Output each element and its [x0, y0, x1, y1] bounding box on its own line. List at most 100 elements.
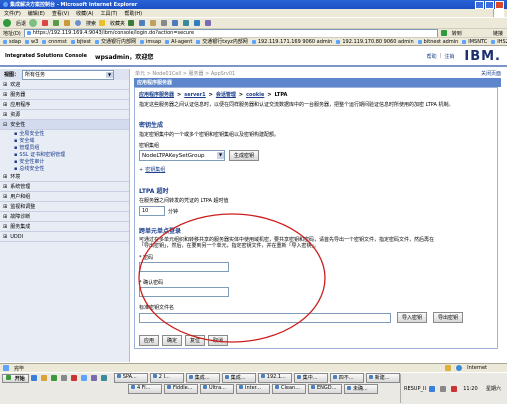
- links-label[interactable]: 链接: [493, 30, 507, 37]
- close-page-link[interactable]: 关闭页面: [481, 70, 501, 77]
- taskbar-button[interactable]: Inter...: [236, 384, 270, 394]
- forward-icon[interactable]: [29, 19, 38, 27]
- discuss-icon[interactable]: [183, 20, 190, 26]
- nav-group[interactable]: ⊞ 应用程序: [0, 100, 129, 110]
- search-label[interactable]: 搜索: [86, 20, 96, 27]
- stop-icon[interactable]: [42, 20, 49, 26]
- taskbar-button[interactable]: 新建...: [365, 373, 400, 383]
- confirm-password-input[interactable]: [139, 287, 229, 297]
- search-icon[interactable]: [75, 20, 82, 26]
- taskbar-button[interactable]: SPA...: [113, 373, 148, 383]
- expand-icon[interactable]: ⊞: [3, 102, 7, 108]
- minimize-icon[interactable]: [475, 0, 484, 9]
- links-bar-item[interactable]: 交通银行内部网: [95, 38, 136, 45]
- maximize-icon[interactable]: [485, 0, 494, 9]
- path-cookie[interactable]: cookie: [246, 92, 264, 98]
- favorites-icon[interactable]: [99, 20, 106, 26]
- back-icon[interactable]: [3, 19, 11, 27]
- edit-icon[interactable]: [172, 20, 179, 26]
- input-method[interactable]: RESUP_II: [404, 386, 426, 392]
- path-app-servers[interactable]: 应用程序服务器: [139, 91, 174, 98]
- links-bar-item[interactable]: 交通银行txyz内部网: [196, 38, 248, 45]
- mail-icon[interactable]: [150, 20, 157, 26]
- path-server1[interactable]: server1: [184, 92, 205, 98]
- quick-launch-icon[interactable]: [80, 375, 87, 381]
- taskbar-button[interactable]: ENGD...: [308, 384, 342, 394]
- nav-group[interactable]: ⊞ 故障诊断: [0, 212, 129, 222]
- taskbar-button[interactable]: 2 I...: [149, 373, 184, 383]
- reset-button[interactable]: 复位: [185, 335, 206, 346]
- favorites-label[interactable]: 收藏夹: [110, 20, 125, 27]
- taskbar-button[interactable]: Clean...: [272, 384, 306, 394]
- taskbar-button[interactable]: 192.1...: [257, 373, 292, 383]
- links-bar-item[interactable]: cnnmst: [42, 39, 67, 45]
- nav-group[interactable]: ⊞ 监视和调整: [0, 202, 129, 212]
- nav-sub-item[interactable]: ▪ 全局安全性: [0, 130, 129, 138]
- expand-icon[interactable]: ⊞: [3, 184, 7, 190]
- links-bar-item[interactable]: sdap: [3, 39, 21, 45]
- expand-icon[interactable]: ⊞: [3, 82, 7, 88]
- apply-button[interactable]: 应用: [139, 335, 160, 346]
- go-icon[interactable]: [440, 30, 447, 36]
- chevron-down-icon[interactable]: ▼: [106, 71, 114, 78]
- print-icon[interactable]: [161, 20, 168, 26]
- key-file-input[interactable]: [139, 312, 391, 323]
- links-bar-item[interactable]: imsap: [140, 39, 161, 45]
- nav-sub-item[interactable]: ▪ 安全性审计: [0, 158, 129, 166]
- expand-icon[interactable]: ⊞: [3, 174, 7, 180]
- quick-launch-icon[interactable]: [90, 375, 97, 381]
- nav-group[interactable]: ⊞ 环境: [0, 172, 129, 182]
- nav-group[interactable]: ⊞ 资源: [0, 110, 129, 120]
- expand-icon[interactable]: ⊞: [3, 224, 7, 230]
- path-session[interactable]: 会话管理: [216, 91, 236, 98]
- cancel-button[interactable]: 取消: [208, 335, 229, 346]
- nav-group-security[interactable]: ⊟ 安全性: [0, 120, 129, 130]
- start-button[interactable]: 开始: [2, 373, 29, 383]
- links-bar-item[interactable]: IHS2: [491, 39, 507, 45]
- menu-item[interactable]: 帮助(H): [124, 10, 142, 17]
- expand-icon[interactable]: ⊞: [3, 194, 7, 200]
- chevron-down-icon[interactable]: ▼: [217, 152, 224, 159]
- taskbar-button[interactable]: Ultra...: [200, 384, 234, 394]
- taskbar-button[interactable]: 四不...: [329, 373, 364, 383]
- help-link[interactable]: 帮助: [427, 53, 437, 60]
- volume-icon[interactable]: [439, 385, 446, 392]
- generate-keys-button[interactable]: 生成密钥: [229, 150, 260, 161]
- quick-launch-icon[interactable]: [30, 375, 37, 381]
- quick-launch-icon[interactable]: [100, 375, 107, 381]
- links-bar-item[interactable]: w3: [25, 39, 38, 45]
- links-bar-item[interactable]: IMSNTC: [462, 39, 487, 45]
- nav-sub-item[interactable]: ▪ 安全域: [0, 137, 129, 145]
- close-icon[interactable]: [495, 0, 504, 9]
- expand-icon[interactable]: ⊞: [3, 204, 7, 210]
- nav-group[interactable]: ⊞ 服务器: [0, 90, 129, 100]
- keyset-select[interactable]: NodeLTPAKeySetGroup ▼: [139, 150, 225, 161]
- nav-sub-item[interactable]: ▪ SSL 证书和密钥管理: [0, 151, 129, 159]
- nav-sub-item[interactable]: ▪ 管理员组: [0, 144, 129, 152]
- password-input[interactable]: [139, 262, 229, 272]
- taskbar-button[interactable]: Fiddle...: [164, 384, 198, 394]
- links-bar-item[interactable]: 192.119.170.80 9060 admin: [336, 39, 414, 45]
- nav-group[interactable]: ⊞ UDDI: [0, 232, 129, 242]
- research-icon[interactable]: [205, 20, 212, 26]
- messenger-icon[interactable]: [194, 20, 201, 26]
- history-icon[interactable]: [139, 20, 146, 26]
- taskbar-button[interactable]: 集成...: [221, 373, 256, 383]
- refresh-icon[interactable]: [53, 20, 60, 26]
- import-keys-button[interactable]: 导入密钥: [397, 312, 428, 323]
- nav-group[interactable]: ⊞ 服务集成: [0, 222, 129, 232]
- go-label[interactable]: 转到: [452, 30, 462, 37]
- expand-icon[interactable]: ⊞: [3, 92, 7, 98]
- expand-icon[interactable]: ⊞: [3, 112, 7, 118]
- back-label[interactable]: 后退: [16, 20, 26, 27]
- shield-icon[interactable]: [450, 385, 457, 392]
- taskbar-button[interactable]: 集成...: [185, 373, 220, 383]
- taskbar-button[interactable]: 未确...: [344, 384, 378, 394]
- menu-item[interactable]: 收藏(A): [76, 10, 93, 17]
- quick-launch-icon[interactable]: [50, 375, 57, 381]
- expand-icon[interactable]: ⊞: [3, 234, 7, 240]
- nav-sub-item[interactable]: ▪ 总线安全性: [0, 165, 129, 173]
- links-bar-item[interactable]: bitnest admin: [417, 39, 458, 45]
- quick-launch-icon[interactable]: [40, 375, 47, 381]
- links-bar-item[interactable]: AI-agent: [165, 39, 192, 45]
